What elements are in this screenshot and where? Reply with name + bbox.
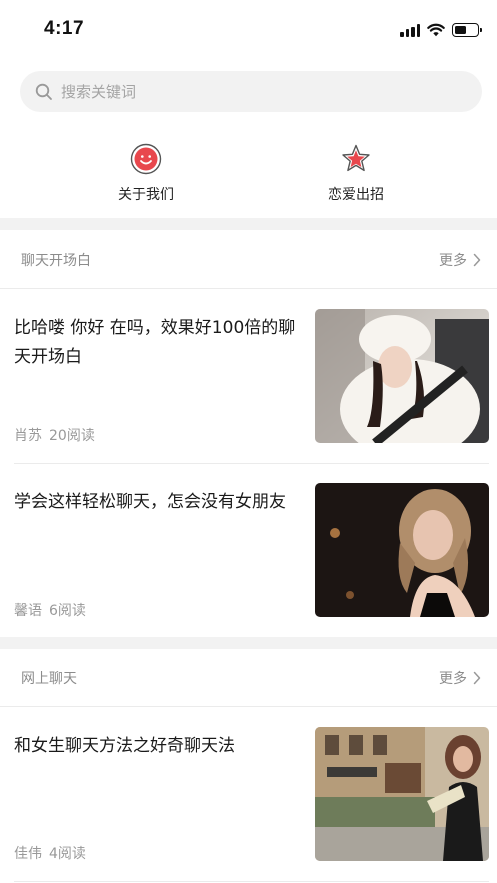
article-title: 比哈喽 你好 在吗，效果好100倍的聊天开场白 — [14, 318, 296, 367]
article-thumbnail — [315, 483, 489, 617]
chevron-right-icon — [473, 671, 481, 685]
article-item[interactable]: 比哈喽 你好 在吗，效果好100倍的聊天开场白 肖苏 20阅读 — [14, 290, 489, 464]
article-reads: 20阅读 — [49, 428, 95, 444]
section-title: 聊天开场白 — [21, 253, 91, 269]
section-divider — [0, 218, 497, 230]
article-meta: 肖苏 20阅读 — [14, 425, 95, 445]
more-link[interactable]: 更多 — [439, 668, 481, 688]
smiley-icon — [130, 143, 162, 175]
article-author: 馨语 — [14, 603, 42, 619]
article-item[interactable]: 和女生聊天方法之好奇聊天法 佳伟 4阅读 — [14, 708, 489, 882]
more-link[interactable]: 更多 — [439, 250, 481, 270]
article-title: 和女生聊天方法之好奇聊天法 — [14, 736, 235, 756]
status-bar: 4:17 — [0, 0, 497, 60]
section-header-online-chat: 网上聊天 更多 — [0, 649, 497, 707]
article-thumbnail — [315, 727, 489, 861]
wifi-icon — [427, 23, 445, 37]
more-label: 更多 — [439, 671, 467, 687]
search-icon — [35, 83, 52, 100]
section-title: 网上聊天 — [21, 671, 77, 687]
status-icons — [400, 20, 482, 40]
about-us-link[interactable]: 关于我们 — [86, 140, 206, 204]
article-author: 佳伟 — [14, 846, 42, 862]
article-author: 肖苏 — [14, 428, 42, 444]
cellular-signal-icon — [400, 23, 420, 37]
love-tips-label: 恋爱出招 — [328, 187, 384, 203]
chevron-right-icon — [473, 253, 481, 267]
about-us-label: 关于我们 — [118, 187, 174, 203]
quick-links: 关于我们 恋爱出招 — [0, 140, 497, 212]
star-icon — [342, 144, 370, 172]
article-item[interactable]: 学会这样轻松聊天，怎会没有女朋友 馨语 6阅读 — [14, 464, 489, 638]
article-reads: 4阅读 — [49, 846, 86, 862]
search-input[interactable] — [61, 82, 441, 101]
article-meta: 佳伟 4阅读 — [14, 843, 86, 863]
more-label: 更多 — [439, 253, 467, 269]
section-divider — [0, 637, 497, 649]
article-meta: 馨语 6阅读 — [14, 600, 86, 620]
status-time: 4:17 — [44, 18, 85, 39]
search-bar[interactable] — [20, 71, 482, 112]
battery-icon — [452, 23, 482, 37]
love-tips-link[interactable]: 恋爱出招 — [296, 140, 416, 204]
article-thumbnail — [315, 309, 489, 443]
article-title: 学会这样轻松聊天，怎会没有女朋友 — [14, 492, 286, 512]
article-reads: 6阅读 — [49, 603, 86, 619]
section-header-chat-openers: 聊天开场白 更多 — [0, 231, 497, 289]
